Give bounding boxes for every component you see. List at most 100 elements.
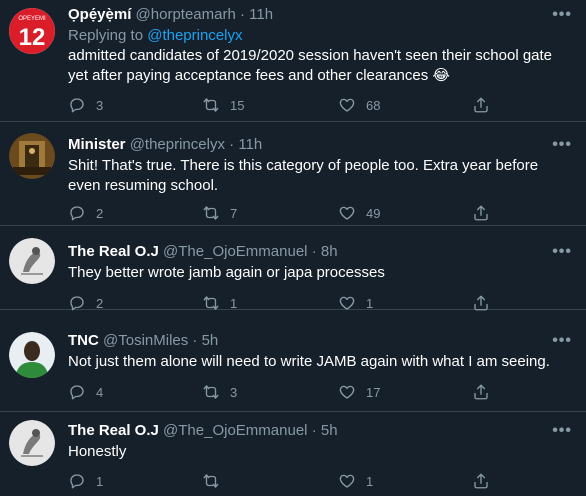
reply-icon <box>70 206 84 221</box>
timestamp[interactable]: 5h <box>321 422 338 439</box>
like-count: 49 <box>366 205 381 221</box>
retweet-count: 1 <box>230 295 238 311</box>
tweet-header: Minister @theprincelyx · 11h <box>68 136 262 154</box>
tweet-4[interactable]: TNC @TosinMiles · 5h ••• Not just them a… <box>0 310 586 412</box>
share-button[interactable] <box>472 471 490 491</box>
more-options-icon[interactable]: ••• <box>552 243 572 261</box>
retweet-button[interactable]: 7 <box>202 203 237 223</box>
tweet-actions: 3 15 68 <box>68 95 488 115</box>
display-name[interactable]: Ọpẹ́yẹ̀mí <box>68 6 131 23</box>
reply-button[interactable]: 3 <box>68 95 103 115</box>
timestamp[interactable]: 11h <box>238 136 262 153</box>
more-options-icon[interactable]: ••• <box>552 332 572 350</box>
tweet-header: The Real O.J @The_OjoEmmanuel · 8h <box>68 243 338 261</box>
like-count: 1 <box>366 473 374 489</box>
reply-button[interactable]: 4 <box>68 382 103 402</box>
retweet-icon <box>203 206 219 220</box>
more-options-icon[interactable]: ••• <box>552 136 572 154</box>
display-name[interactable]: TNC <box>68 332 99 349</box>
tweet-header: TNC @TosinMiles · 5h <box>68 332 218 350</box>
user-handle[interactable]: @theprincelyx <box>130 136 225 153</box>
timestamp[interactable]: 5h <box>202 332 219 349</box>
replying-prefix: Replying to <box>68 27 148 44</box>
like-button[interactable]: 68 <box>338 95 380 115</box>
avatar-image <box>9 332 55 378</box>
reply-count: 2 <box>96 205 104 221</box>
reply-button[interactable]: 2 <box>68 203 103 223</box>
tweet-header: The Real O.J @The_OjoEmmanuel · 5h <box>68 422 338 440</box>
tweet-3[interactable]: The Real O.J @The_OjoEmmanuel · 8h ••• T… <box>0 226 586 311</box>
separator-dot: · <box>192 332 198 349</box>
avatar-image <box>9 133 55 179</box>
retweet-icon <box>203 474 219 488</box>
tweet-text: Not just them alone will need to write J… <box>68 353 550 370</box>
mention-link[interactable]: @theprincelyx <box>147 27 242 44</box>
tweet-5[interactable]: The Real O.J @The_OjoEmmanuel · 5h ••• H… <box>0 412 586 496</box>
svg-text:12: 12 <box>19 24 46 51</box>
like-count: 68 <box>366 97 381 113</box>
separator-dot: · <box>240 6 245 23</box>
display-name[interactable]: The Real O.J <box>68 243 159 260</box>
reply-icon <box>70 385 84 400</box>
share-icon <box>474 473 488 489</box>
avatar[interactable] <box>9 133 55 179</box>
separator-dot: · <box>311 243 317 260</box>
tweet-text: They better wrote jamb again or japa pro… <box>68 264 385 281</box>
svg-text:OPEYEMI: OPEYEMI <box>18 16 46 22</box>
reply-count: 2 <box>96 295 104 311</box>
avatar[interactable] <box>9 420 55 466</box>
more-options-icon[interactable]: ••• <box>552 6 572 24</box>
replying-to: Replying to @theprincelyx <box>68 27 243 45</box>
retweet-button[interactable] <box>202 471 230 491</box>
heart-icon <box>339 474 355 488</box>
share-button[interactable] <box>472 203 490 223</box>
retweet-button[interactable]: 3 <box>202 382 237 402</box>
avatar-image <box>9 420 55 466</box>
tweet-text: admitted candidates of 2019/2020 session… <box>68 47 553 84</box>
tweet-text: Shit! That's true. There is this categor… <box>68 157 539 194</box>
tweet-actions: 4 3 17 <box>68 382 488 402</box>
separator-dot: · <box>311 422 317 439</box>
reply-count: 4 <box>96 384 104 400</box>
reply-icon <box>70 474 84 489</box>
like-count: 1 <box>366 295 374 311</box>
display-name[interactable]: The Real O.J <box>68 422 159 439</box>
reply-count: 3 <box>96 97 104 113</box>
user-handle[interactable]: @The_OjoEmmanuel <box>163 422 307 439</box>
retweet-button[interactable]: 15 <box>202 95 244 115</box>
reply-icon <box>70 98 84 113</box>
retweet-icon <box>203 385 219 399</box>
user-handle[interactable]: @The_OjoEmmanuel <box>163 243 307 260</box>
retweet-count: 15 <box>230 97 245 113</box>
like-button[interactable]: 1 <box>338 471 373 491</box>
tweet-2[interactable]: Minister @theprincelyx · 11h ••• Shit! T… <box>0 122 586 226</box>
tweet-header: Ọpẹ́yẹ̀mí @horpteamarh · 11h <box>68 6 273 24</box>
tweet-text: Honestly <box>68 443 127 460</box>
display-name[interactable]: Minister <box>68 136 126 153</box>
separator-dot: · <box>229 136 235 153</box>
timestamp[interactable]: 11h <box>249 6 273 23</box>
share-icon <box>474 205 488 221</box>
share-button[interactable] <box>472 382 490 402</box>
more-options-icon[interactable]: ••• <box>552 422 572 440</box>
share-icon <box>474 97 488 113</box>
reply-button[interactable]: 1 <box>68 471 103 491</box>
avatar[interactable] <box>9 332 55 378</box>
like-button[interactable]: 17 <box>338 382 380 402</box>
reply-count: 1 <box>96 473 104 489</box>
heart-icon <box>339 206 355 220</box>
user-handle[interactable]: @TosinMiles <box>103 332 188 349</box>
tweet-actions: 1 1 <box>68 471 488 491</box>
share-button[interactable] <box>472 95 490 115</box>
share-icon <box>474 384 488 400</box>
retweet-count: 7 <box>230 205 238 221</box>
like-count: 17 <box>366 384 381 400</box>
tweet-1[interactable]: OPEYEMI 12 Ọpẹ́yẹ̀mí @horpteamarh · 11h … <box>0 0 586 122</box>
avatar-image <box>9 238 55 284</box>
user-handle[interactable]: @horpteamarh <box>136 6 236 23</box>
avatar[interactable] <box>9 238 55 284</box>
like-button[interactable]: 49 <box>338 203 380 223</box>
timestamp[interactable]: 8h <box>321 243 338 260</box>
avatar[interactable]: OPEYEMI 12 <box>9 8 55 54</box>
heart-icon <box>339 98 355 112</box>
